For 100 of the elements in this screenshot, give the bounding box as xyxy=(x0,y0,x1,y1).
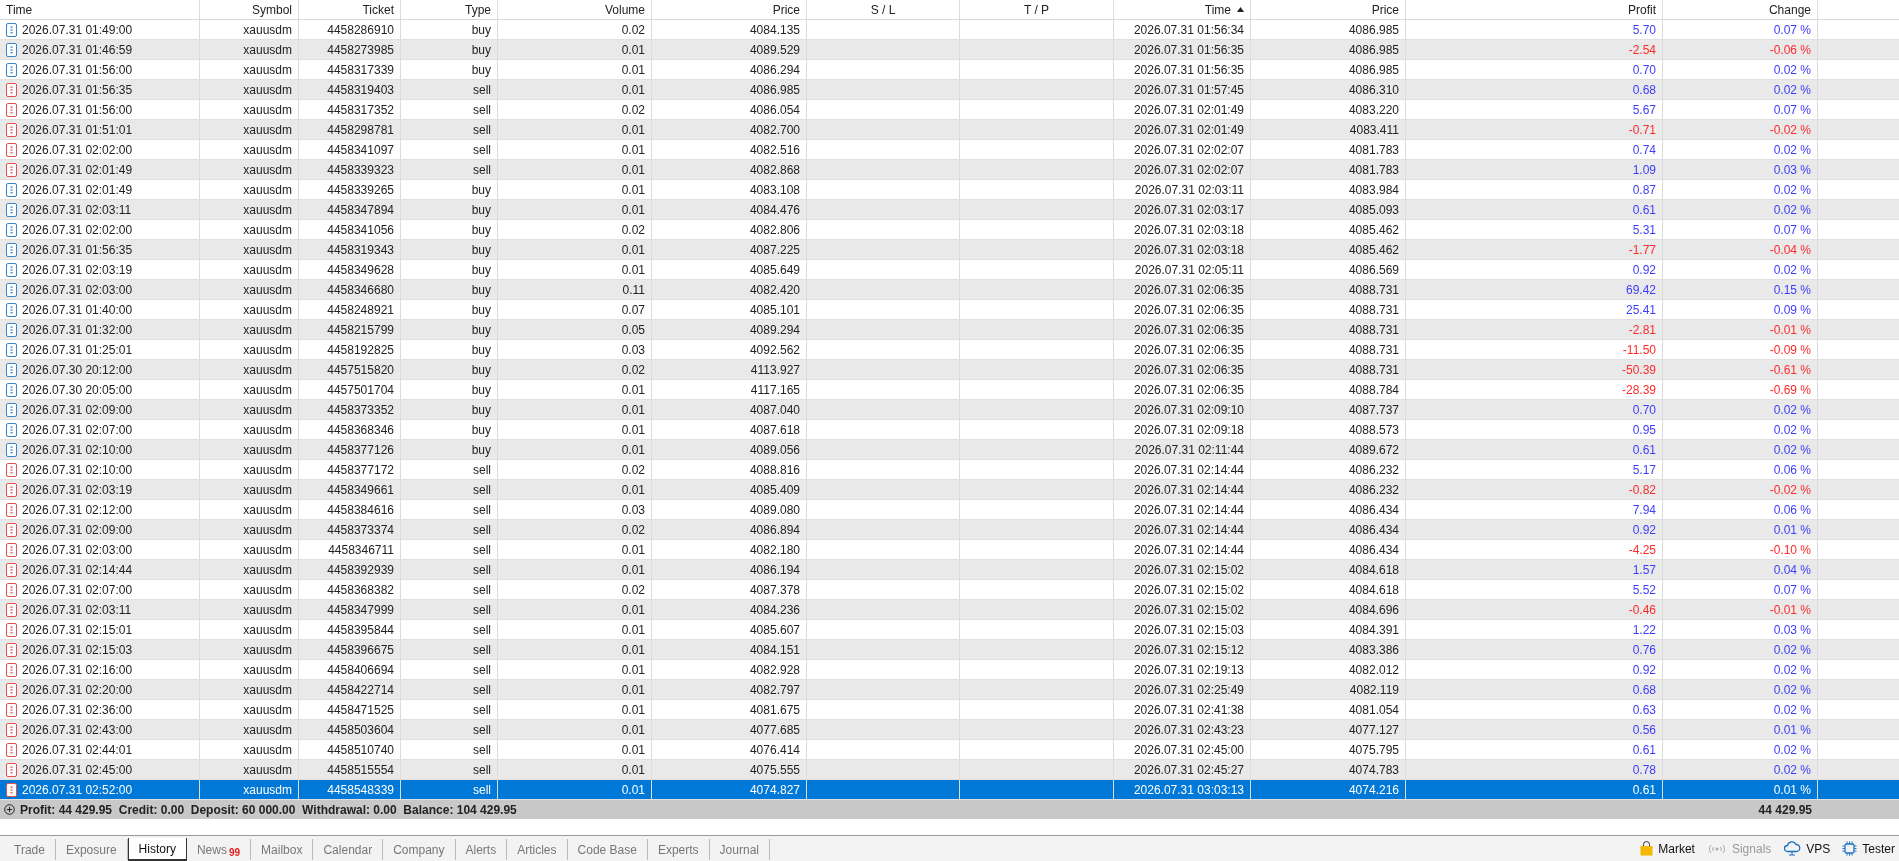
tab[interactable]: Journal xyxy=(709,839,770,860)
table-cell: 4457515820 xyxy=(299,360,401,379)
table-cell: xauusdm xyxy=(200,320,299,339)
table-row[interactable]: 2026.07.31 02:03:11 xauusdm 4458347999 sell 0.01 4084.236 2026.07.31 02:15:02 4084.696 -0.46 -0.01 % xyxy=(0,600,1899,620)
table-cell: 4458373374 xyxy=(299,520,401,539)
document-icon xyxy=(6,442,17,457)
table-row[interactable]: 2026.07.30 20:05:00 xauusdm 4457501704 buy 0.01 4117.165 2026.07.31 02:06:35 4088.784 -28.39 -0.69 % xyxy=(0,380,1899,400)
table-cell: 4087.225 xyxy=(652,240,807,259)
time-text: 2026.07.31 01:56:35 xyxy=(22,242,133,257)
column-header[interactable]: Volume xyxy=(498,0,652,19)
table-row[interactable]: 2026.07.31 02:44:01 xauusdm 4458510740 sell 0.01 4076.414 2026.07.31 02:45:00 4075.795 0.61 0.02 % xyxy=(0,740,1899,760)
table-row[interactable]: 2026.07.31 01:40:00 xauusdm 4458248921 buy 0.07 4085.101 2026.07.31 02:06:35 4088.731 25.41 0.09 % xyxy=(0,300,1899,320)
table-cell: 4088.731 xyxy=(1251,320,1406,339)
document-icon xyxy=(6,282,17,297)
tab[interactable]: Mailbox xyxy=(251,839,314,860)
table-row[interactable]: 2026.07.31 02:09:00 xauusdm 4458373374 sell 0.02 4086.894 2026.07.31 02:14:44 4086.434 0.92 0.01 % xyxy=(0,520,1899,540)
table-row[interactable]: 2026.07.31 02:09:00 xauusdm 4458373352 buy 0.01 4087.040 2026.07.31 02:09:10 4087.737 0.70 0.02 % xyxy=(0,400,1899,420)
table-cell: buy xyxy=(401,220,498,239)
table-row[interactable]: 2026.07.31 02:01:49 xauusdm 4458339323 sell 0.01 4082.868 2026.07.31 02:02:07 4081.783 1.09 0.03 % xyxy=(0,160,1899,180)
table-row[interactable]: 2026.07.31 02:45:00 xauusdm 4458515554 sell 0.01 4075.555 2026.07.31 02:45:27 4074.783 0.78 0.02 % xyxy=(0,760,1899,780)
table-row[interactable]: 2026.07.31 01:49:00 xauusdm 4458286910 buy 0.02 4084.135 2026.07.31 01:56:34 4086.985 5.70 0.07 % xyxy=(0,20,1899,40)
broadcast-icon xyxy=(1706,842,1727,855)
table-cell: xauusdm xyxy=(200,80,299,99)
table-cell: 4458384616 xyxy=(299,500,401,519)
table-row[interactable]: 2026.07.31 02:02:00 xauusdm 4458341097 sell 0.01 4082.516 2026.07.31 02:02:07 4081.783 0.74 0.02 % xyxy=(0,140,1899,160)
tab[interactable]: Company xyxy=(383,839,456,860)
column-header[interactable]: Symbol xyxy=(200,0,299,19)
table-cell: 2026.07.31 02:06:35 xyxy=(1114,300,1251,319)
table-cell: xauusdm xyxy=(200,360,299,379)
table-row[interactable]: 2026.07.31 01:56:00 xauusdm 4458317352 sell 0.02 4086.054 2026.07.31 02:01:49 4083.220 5.67 0.07 % xyxy=(0,100,1899,120)
column-header[interactable]: Time xyxy=(0,0,200,19)
table-row[interactable]: 2026.07.31 01:56:35 xauusdm 4458319343 buy 0.01 4087.225 2026.07.31 02:03:18 4085.462 -1.77 -0.04 % xyxy=(0,240,1899,260)
table-row[interactable]: 2026.07.31 01:56:35 xauusdm 4458319403 sell 0.01 4086.985 2026.07.31 01:57:45 4086.310 0.68 0.02 % xyxy=(0,80,1899,100)
column-header[interactable]: Time xyxy=(1114,0,1251,19)
column-header[interactable]: Change xyxy=(1663,0,1818,19)
table-row[interactable]: 2026.07.31 02:03:19 xauusdm 4458349661 sell 0.01 4085.409 2026.07.31 02:14:44 4086.232 -0.82 -0.02 % xyxy=(0,480,1899,500)
table-row[interactable]: 2026.07.31 02:10:00 xauusdm 4458377172 sell 0.02 4088.816 2026.07.31 02:14:44 4086.232 5.17 0.06 % xyxy=(0,460,1899,480)
table-cell: 4458548339 xyxy=(299,780,401,799)
time-text: 2026.07.31 02:52:00 xyxy=(22,782,133,797)
table-row[interactable]: 2026.07.31 02:03:19 xauusdm 4458349628 buy 0.01 4085.649 2026.07.31 02:05:11 4086.569 0.92 0.02 % xyxy=(0,260,1899,280)
tab[interactable]: Trade xyxy=(4,839,56,860)
table-row[interactable]: 2026.07.31 01:46:59 xauusdm 4458273985 buy 0.01 4089.529 2026.07.31 01:56:35 4086.985 -2.54 -0.06 % xyxy=(0,40,1899,60)
tab[interactable]: Code Base xyxy=(567,839,648,860)
table-row[interactable]: 2026.07.31 02:20:00 xauusdm 4458422714 sell 0.01 4082.797 2026.07.31 02:25:49 4082.119 0.68 0.02 % xyxy=(0,680,1899,700)
toolbar-button[interactable]: Market xyxy=(1640,841,1695,856)
table-row[interactable]: 2026.07.31 02:03:11 xauusdm 4458347894 buy 0.01 4084.476 2026.07.31 02:03:17 4085.093 0.61 0.02 % xyxy=(0,200,1899,220)
table-row[interactable]: 2026.07.31 02:15:01 xauusdm 4458395844 sell 0.01 4085.607 2026.07.31 02:15:03 4084.391 1.22 0.03 % xyxy=(0,620,1899,640)
column-header[interactable]: Ticket xyxy=(299,0,401,19)
table-cell: xauusdm xyxy=(200,540,299,559)
table-row[interactable]: 2026.07.31 02:14:44 xauusdm 4458392939 sell 0.01 4086.194 2026.07.31 02:15:02 4084.618 1.57 0.04 % xyxy=(0,560,1899,580)
table-row[interactable]: 2026.07.31 02:52:00 xauusdm 4458548339 sell 0.01 4074.827 2026.07.31 03:03:13 4074.216 0.61 0.01 % xyxy=(0,780,1899,800)
table-cell: sell xyxy=(401,500,498,519)
table-row[interactable]: 2026.07.31 02:43:00 xauusdm 4458503604 sell 0.01 4077.685 2026.07.31 02:43:23 4077.127 0.56 0.01 % xyxy=(0,720,1899,740)
table-cell: 0.02 % xyxy=(1663,60,1818,79)
table-cell: buy xyxy=(401,260,498,279)
table-cell: 0.02 % xyxy=(1663,740,1818,759)
table-row[interactable]: 2026.07.31 02:16:00 xauusdm 4458406694 sell 0.01 4082.928 2026.07.31 02:19:13 4082.012 0.92 0.02 % xyxy=(0,660,1899,680)
table-row[interactable]: 2026.07.30 20:12:00 xauusdm 4457515820 buy 0.02 4113.927 2026.07.31 02:06:35 4088.731 -50.39 -0.61 % xyxy=(0,360,1899,380)
column-header[interactable]: Price xyxy=(652,0,807,19)
table-cell: 0.01 xyxy=(498,240,652,259)
column-header[interactable]: S / L xyxy=(807,0,960,19)
table-row[interactable]: 2026.07.31 02:10:00 xauusdm 4458377126 buy 0.01 4089.056 2026.07.31 02:11:44 4089.672 0.61 0.02 % xyxy=(0,440,1899,460)
table-row[interactable]: 2026.07.31 02:01:49 xauusdm 4458339265 buy 0.01 4083.108 2026.07.31 02:03:11 4083.984 0.87 0.02 % xyxy=(0,180,1899,200)
table-row[interactable]: 2026.07.31 02:02:00 xauusdm 4458341056 buy 0.02 4082.806 2026.07.31 02:03:18 4085.462 5.31 0.07 % xyxy=(0,220,1899,240)
table-cell: 4082.797 xyxy=(652,680,807,699)
plus-circle-icon[interactable] xyxy=(4,804,15,815)
tab[interactable]: Calendar xyxy=(313,839,384,860)
table-cell: 4086.985 xyxy=(1251,20,1406,39)
table-row[interactable]: 2026.07.31 01:25:01 xauusdm 4458192825 buy 0.03 4092.562 2026.07.31 02:06:35 4088.731 -11.50 -0.09 % xyxy=(0,340,1899,360)
document-icon xyxy=(6,122,17,137)
table-row[interactable]: 2026.07.31 01:32:00 xauusdm 4458215799 buy 0.05 4089.294 2026.07.31 02:06:35 4088.731 -2.81 -0.01 % xyxy=(0,320,1899,340)
table-row[interactable]: 2026.07.31 02:07:00 xauusdm 4458368382 sell 0.02 4087.378 2026.07.31 02:15:02 4084.618 5.52 0.07 % xyxy=(0,580,1899,600)
toolbar-button[interactable]: VPS xyxy=(1783,841,1831,856)
column-header[interactable]: T / P xyxy=(960,0,1114,19)
column-header[interactable]: Type xyxy=(401,0,498,19)
table-cell: buy xyxy=(401,420,498,439)
table-cell: xauusdm xyxy=(200,400,299,419)
table-row[interactable]: 2026.07.31 02:15:03 xauusdm 4458396675 sell 0.01 4084.151 2026.07.31 02:15:12 4083.386 0.76 0.02 % xyxy=(0,640,1899,660)
table-cell: 0.70 xyxy=(1406,60,1663,79)
table-row[interactable]: 2026.07.31 02:36:00 xauusdm 4458471525 sell 0.01 4081.675 2026.07.31 02:41:38 4081.054 0.63 0.02 % xyxy=(0,700,1899,720)
table-cell: 4083.108 xyxy=(652,180,807,199)
table-cell: xauusdm xyxy=(200,660,299,679)
table-row[interactable]: 2026.07.31 01:51:01 xauusdm 4458298781 sell 0.01 4082.700 2026.07.31 02:01:49 4083.411 -0.71 -0.02 % xyxy=(0,120,1899,140)
tab[interactable]: Exposure xyxy=(55,839,128,860)
tab[interactable]: Alerts xyxy=(455,839,508,860)
toolbar-button[interactable]: Tester xyxy=(1842,841,1895,856)
table-cell: 0.70 xyxy=(1406,400,1663,419)
column-header[interactable]: Price xyxy=(1251,0,1406,19)
table-cell: 4087.737 xyxy=(1251,400,1406,419)
document-icon xyxy=(6,762,17,777)
table-row[interactable]: 2026.07.31 01:56:00 xauusdm 4458317339 buy 0.01 4086.294 2026.07.31 01:56:35 4086.985 0.70 0.02 % xyxy=(0,60,1899,80)
tab[interactable]: History xyxy=(127,838,187,861)
tab[interactable]: Articles xyxy=(507,839,568,860)
column-header[interactable]: Profit xyxy=(1406,0,1663,19)
table-row[interactable]: 2026.07.31 02:03:00 xauusdm 4458346711 sell 0.01 4082.180 2026.07.31 02:14:44 4086.434 -4.25 -0.10 % xyxy=(0,540,1899,560)
table-cell: 2026.07.31 02:14:44 xyxy=(1114,540,1251,559)
tab[interactable]: Experts xyxy=(647,839,710,860)
table-row[interactable]: 2026.07.31 02:12:00 xauusdm 4458384616 sell 0.03 4089.080 2026.07.31 02:14:44 4086.434 7.94 0.06 % xyxy=(0,500,1899,520)
table-row[interactable]: 2026.07.31 02:03:00 xauusdm 4458346680 buy 0.11 4082.420 2026.07.31 02:06:35 4088.731 69.42 0.15 % xyxy=(0,280,1899,300)
table-row[interactable]: 2026.07.31 02:07:00 xauusdm 4458368346 buy 0.01 4087.618 2026.07.31 02:09:18 4088.573 0.95 0.02 % xyxy=(0,420,1899,440)
